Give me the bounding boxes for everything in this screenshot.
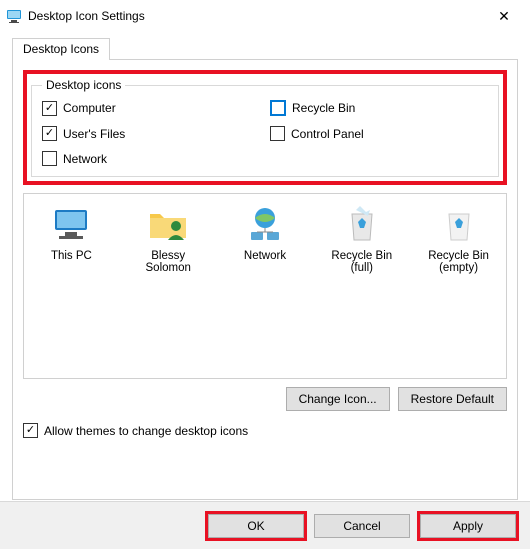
check-icon: ✓ (26, 425, 35, 436)
preview-label: This PC (51, 250, 92, 262)
checkbox-label: Control Panel (291, 127, 364, 141)
preview-label: Recycle Bin (428, 250, 489, 262)
app-icon (6, 8, 22, 24)
checkbox-box: ✓ (42, 101, 57, 116)
checkbox-network[interactable]: Network (42, 151, 260, 166)
checkbox-users-files[interactable]: ✓ User's Files (42, 126, 260, 141)
preview-user[interactable]: Blessy Solomon (127, 202, 210, 274)
preview-label: Recycle Bin (331, 250, 392, 262)
checkbox-box (270, 126, 285, 141)
ok-button[interactable]: OK (208, 514, 304, 538)
restore-default-button[interactable]: Restore Default (398, 387, 507, 411)
fieldset-legend: Desktop icons (42, 78, 125, 92)
checkbox-label: Network (63, 152, 107, 166)
checkbox-label: User's Files (63, 127, 125, 141)
preview-label: Blessy (151, 250, 185, 262)
highlight-desktop-icons: Desktop icons ✓ Computer Recycle Bin ✓ U… (23, 70, 507, 185)
tab-desktop-icons[interactable]: Desktop Icons (12, 38, 110, 60)
fieldset-desktop-icons: Desktop icons ✓ Computer Recycle Bin ✓ U… (31, 78, 499, 177)
preview-label: Network (244, 250, 286, 262)
preview-recycle-full[interactable]: Recycle Bin (full) (320, 202, 403, 274)
checkbox-label: Allow themes to change desktop icons (44, 424, 248, 438)
recycle-full-icon (340, 202, 384, 246)
this-pc-icon (49, 202, 93, 246)
dialog-button-bar: OK Cancel Apply (0, 501, 530, 549)
preview-label-line2: Solomon (127, 262, 210, 274)
close-icon: ✕ (498, 8, 510, 25)
checkbox-control-panel[interactable]: Control Panel (270, 126, 488, 141)
preview-this-pc[interactable]: This PC (30, 202, 113, 262)
checkbox-label: Recycle Bin (292, 101, 355, 115)
tab-sheet: Desktop icons ✓ Computer Recycle Bin ✓ U… (12, 60, 518, 500)
preview-network[interactable]: Network (224, 202, 307, 262)
user-folder-icon (146, 202, 190, 246)
change-icon-button[interactable]: Change Icon... (286, 387, 390, 411)
checkbox-box: ✓ (23, 423, 38, 438)
preview-recycle-empty[interactable]: Recycle Bin (empty) (417, 202, 500, 274)
icon-preview-list: This PC Blessy Solomon (23, 193, 507, 379)
checkbox-computer[interactable]: ✓ Computer (42, 100, 260, 116)
close-button[interactable]: ✕ (484, 2, 524, 30)
checkbox-box (270, 100, 286, 116)
checkbox-box: ✓ (42, 126, 57, 141)
cancel-button[interactable]: Cancel (314, 514, 410, 538)
network-icon (243, 202, 287, 246)
tab-strip: Desktop Icons (12, 38, 518, 60)
checkbox-allow-themes[interactable]: ✓ Allow themes to change desktop icons (23, 423, 507, 438)
check-icon: ✓ (45, 128, 54, 139)
apply-button[interactable]: Apply (420, 514, 516, 538)
recycle-empty-icon (437, 202, 481, 246)
checkbox-label: Computer (63, 101, 116, 115)
preview-label-line2: (full) (320, 262, 403, 274)
preview-label-line2: (empty) (417, 262, 500, 274)
checkbox-recycle-bin[interactable]: Recycle Bin (270, 100, 488, 116)
check-icon: ✓ (45, 103, 54, 114)
titlebar: Desktop Icon Settings ✕ (0, 0, 530, 32)
window-title: Desktop Icon Settings (28, 9, 484, 23)
checkbox-box (42, 151, 57, 166)
